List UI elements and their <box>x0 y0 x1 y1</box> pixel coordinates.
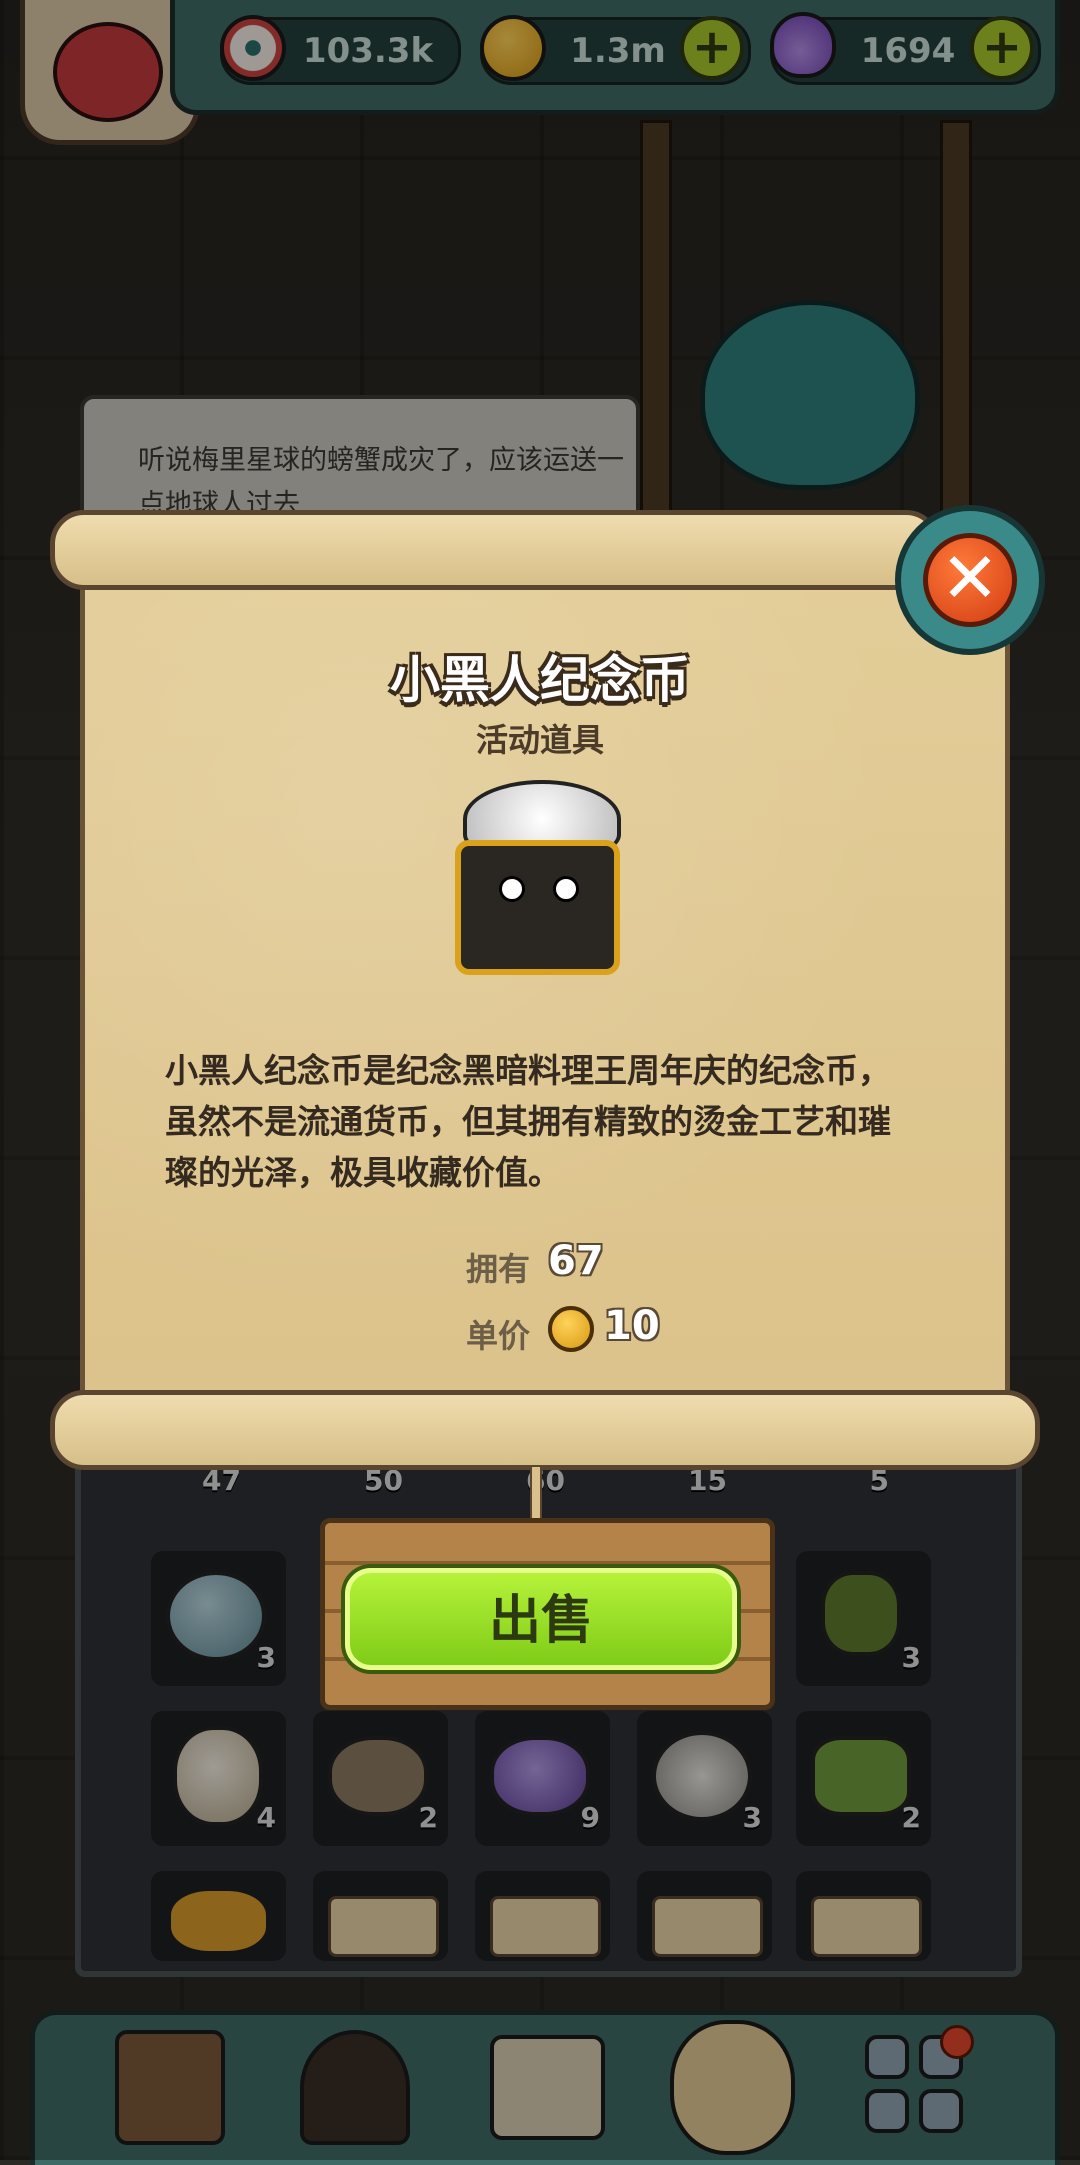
eye <box>499 876 525 902</box>
owned-label: 拥有 <box>466 1250 531 1288</box>
close-icon: ✕ <box>923 533 1017 627</box>
item-category: 活动道具 <box>475 721 604 759</box>
scroll-bottom-rod <box>50 1390 1040 1470</box>
owned-count: 67 <box>548 1238 604 1284</box>
price-label: 单价 <box>466 1317 531 1355</box>
eye <box>553 876 579 902</box>
commemorative-coin-icon <box>445 780 635 980</box>
item-title: 小黑人纪念币 <box>390 651 690 709</box>
coin-icon <box>548 1306 594 1352</box>
unit-price: 10 <box>604 1303 660 1349</box>
sell-button[interactable]: 出售 <box>345 1568 737 1670</box>
item-description: 小黑人纪念币是纪念黑暗料理王周年庆的纪念币，虽然不是流通货币，但其拥有精致的烫金… <box>165 1051 891 1192</box>
scroll-top-rod <box>50 510 940 590</box>
coin-face <box>455 840 620 975</box>
close-button[interactable]: ✕ <box>895 505 1045 655</box>
